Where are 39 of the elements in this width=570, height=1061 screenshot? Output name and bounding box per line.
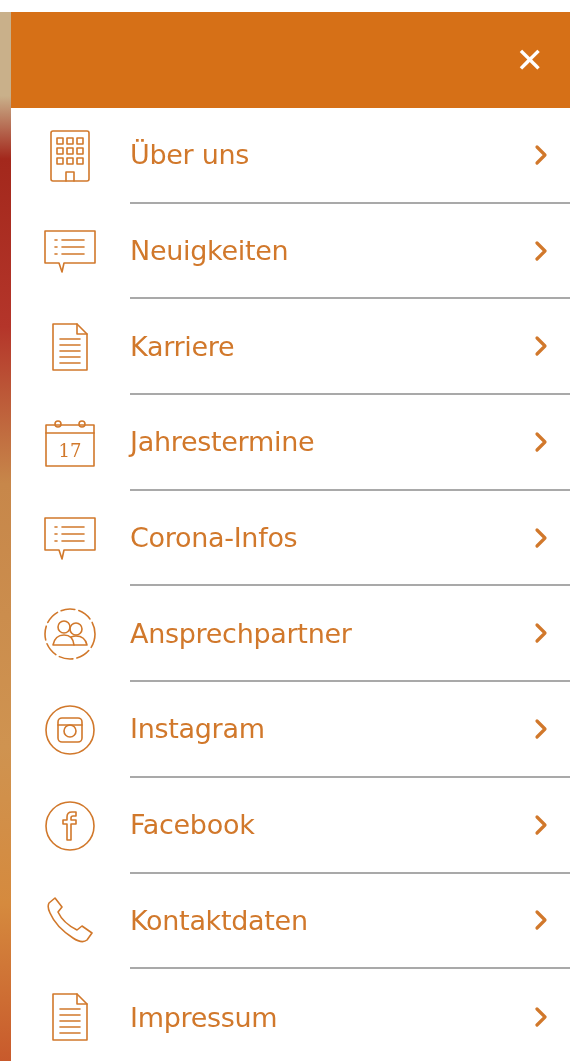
menu-item[interactable]: Instagram <box>11 682 570 778</box>
menu-item-label: Kontaktdaten <box>130 904 308 936</box>
menu-item[interactable]: Ansprechpartner <box>11 586 570 683</box>
menu-item-label: Neuigkeiten <box>130 235 289 267</box>
chevron-right-icon <box>534 1006 548 1029</box>
menu-item-label: Karriere <box>130 330 235 362</box>
menu-item[interactable]: Impressum <box>11 969 570 1061</box>
menu-item[interactable]: Über uns <box>11 108 570 204</box>
menu-item-label: Corona-Infos <box>130 522 298 554</box>
menu-item[interactable]: Corona-Infos <box>11 490 570 587</box>
menu-item[interactable]: 17 Jahrestermine <box>11 395 570 491</box>
building-icon <box>49 129 90 182</box>
close-button[interactable]: ✕ <box>511 39 548 81</box>
menu-item[interactable]: Neuigkeiten <box>11 203 570 300</box>
document-icon <box>51 323 88 372</box>
chevron-right-icon <box>534 335 548 358</box>
instagram-icon <box>43 703 96 756</box>
document-icon <box>51 993 88 1042</box>
chevron-right-icon <box>534 430 548 453</box>
chevron-right-icon <box>534 143 548 166</box>
facebook-icon <box>43 799 96 852</box>
menu-item[interactable]: Facebook <box>11 777 570 874</box>
chevron-right-icon <box>534 813 548 836</box>
menu-item-label: Jahrestermine <box>130 426 315 458</box>
speech-bubble-list-icon <box>43 516 96 561</box>
menu-item-label: Instagram <box>130 713 265 745</box>
chevron-right-icon <box>534 717 548 740</box>
menu-item-label: Über uns <box>130 139 250 171</box>
speech-bubble-list-icon <box>43 229 96 274</box>
menu-item[interactable]: Karriere <box>11 299 570 396</box>
menu-item-label: Impressum <box>130 1001 278 1033</box>
chevron-right-icon <box>534 622 548 645</box>
menu-item[interactable]: Kontaktdaten <box>11 873 570 970</box>
menu-item-label: Ansprechpartner <box>130 617 352 649</box>
menu-item-label: Facebook <box>130 809 255 841</box>
chevron-right-icon <box>534 239 548 262</box>
chevron-right-icon <box>534 526 548 549</box>
people-icon <box>42 607 97 662</box>
chevron-right-icon <box>534 909 548 932</box>
